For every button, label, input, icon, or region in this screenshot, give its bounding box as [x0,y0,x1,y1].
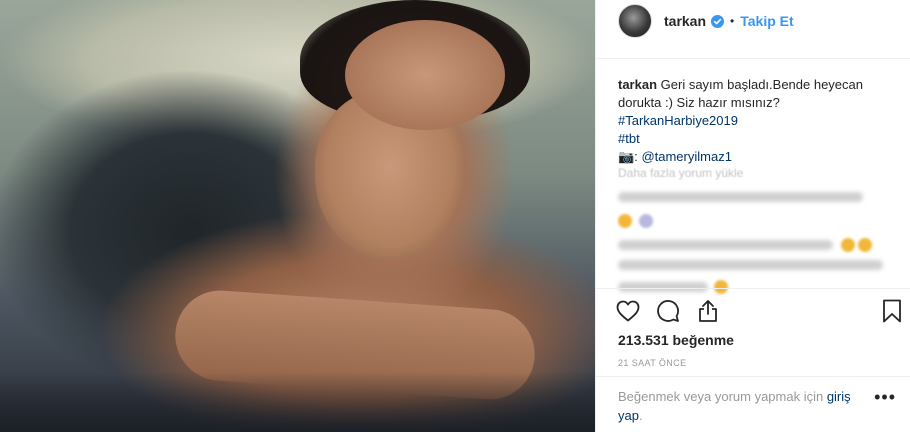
blurred-comment [618,260,883,271]
blurred-comment [618,192,863,202]
avatar[interactable] [618,4,652,38]
emoji-icon [841,238,855,253]
like-count[interactable]: 213.531 beğenme [618,332,734,348]
hashtag-link[interactable]: #TarkanHarbiye2019 [618,113,738,128]
header-divider [596,58,910,59]
emoji-icon [618,214,632,229]
actions-divider [596,288,910,289]
caption-username[interactable]: tarkan [618,77,657,92]
instagram-post: tarkan • Takip Et tarkan Geri sayım başl… [0,0,910,432]
mention-link[interactable]: @tameryilmaz1 [641,149,732,164]
login-prompt-text: Beğenmek veya yorum yapmak için [618,389,827,404]
post-photo[interactable] [0,0,595,432]
hashtag-link[interactable]: #tbt [618,131,640,146]
emoji-icon [858,238,872,253]
post-timestamp: 21 SAAT ÖNCE [618,358,687,368]
load-more-comments[interactable]: Daha fazla yorum yükle [618,166,898,180]
blurred-comment-row [618,238,898,253]
action-bar [615,298,905,324]
comment-divider [596,376,910,377]
post-header: tarkan • Takip Et [596,0,910,42]
more-options-icon[interactable]: ••• [874,388,896,406]
verified-badge-icon [711,14,725,28]
blurred-emoji-row [618,212,898,229]
photo-hand [345,20,505,130]
follow-button[interactable]: Takip Et [740,13,793,29]
emoji-icon [638,214,653,229]
post-caption: tarkan Geri sayım başladı.Bende heyecan … [618,76,898,166]
header-separator-dot: • [730,14,735,28]
photo-surface [0,372,595,432]
share-icon[interactable] [695,298,721,324]
camera-icon: 📷: [618,149,638,164]
blurred-comment [618,240,833,251]
login-prompt-suffix: . [638,408,643,423]
post-side-panel: tarkan • Takip Et tarkan Geri sayım başl… [595,0,910,432]
comment-icon[interactable] [655,298,681,324]
header-username[interactable]: tarkan [664,13,706,29]
bookmark-icon[interactable] [879,298,905,324]
heart-icon[interactable] [615,298,641,324]
comments-section: Daha fazla yorum yükle [618,166,898,295]
comment-login-prompt: Beğenmek veya yorum yapmak için giriş ya… [618,387,868,425]
